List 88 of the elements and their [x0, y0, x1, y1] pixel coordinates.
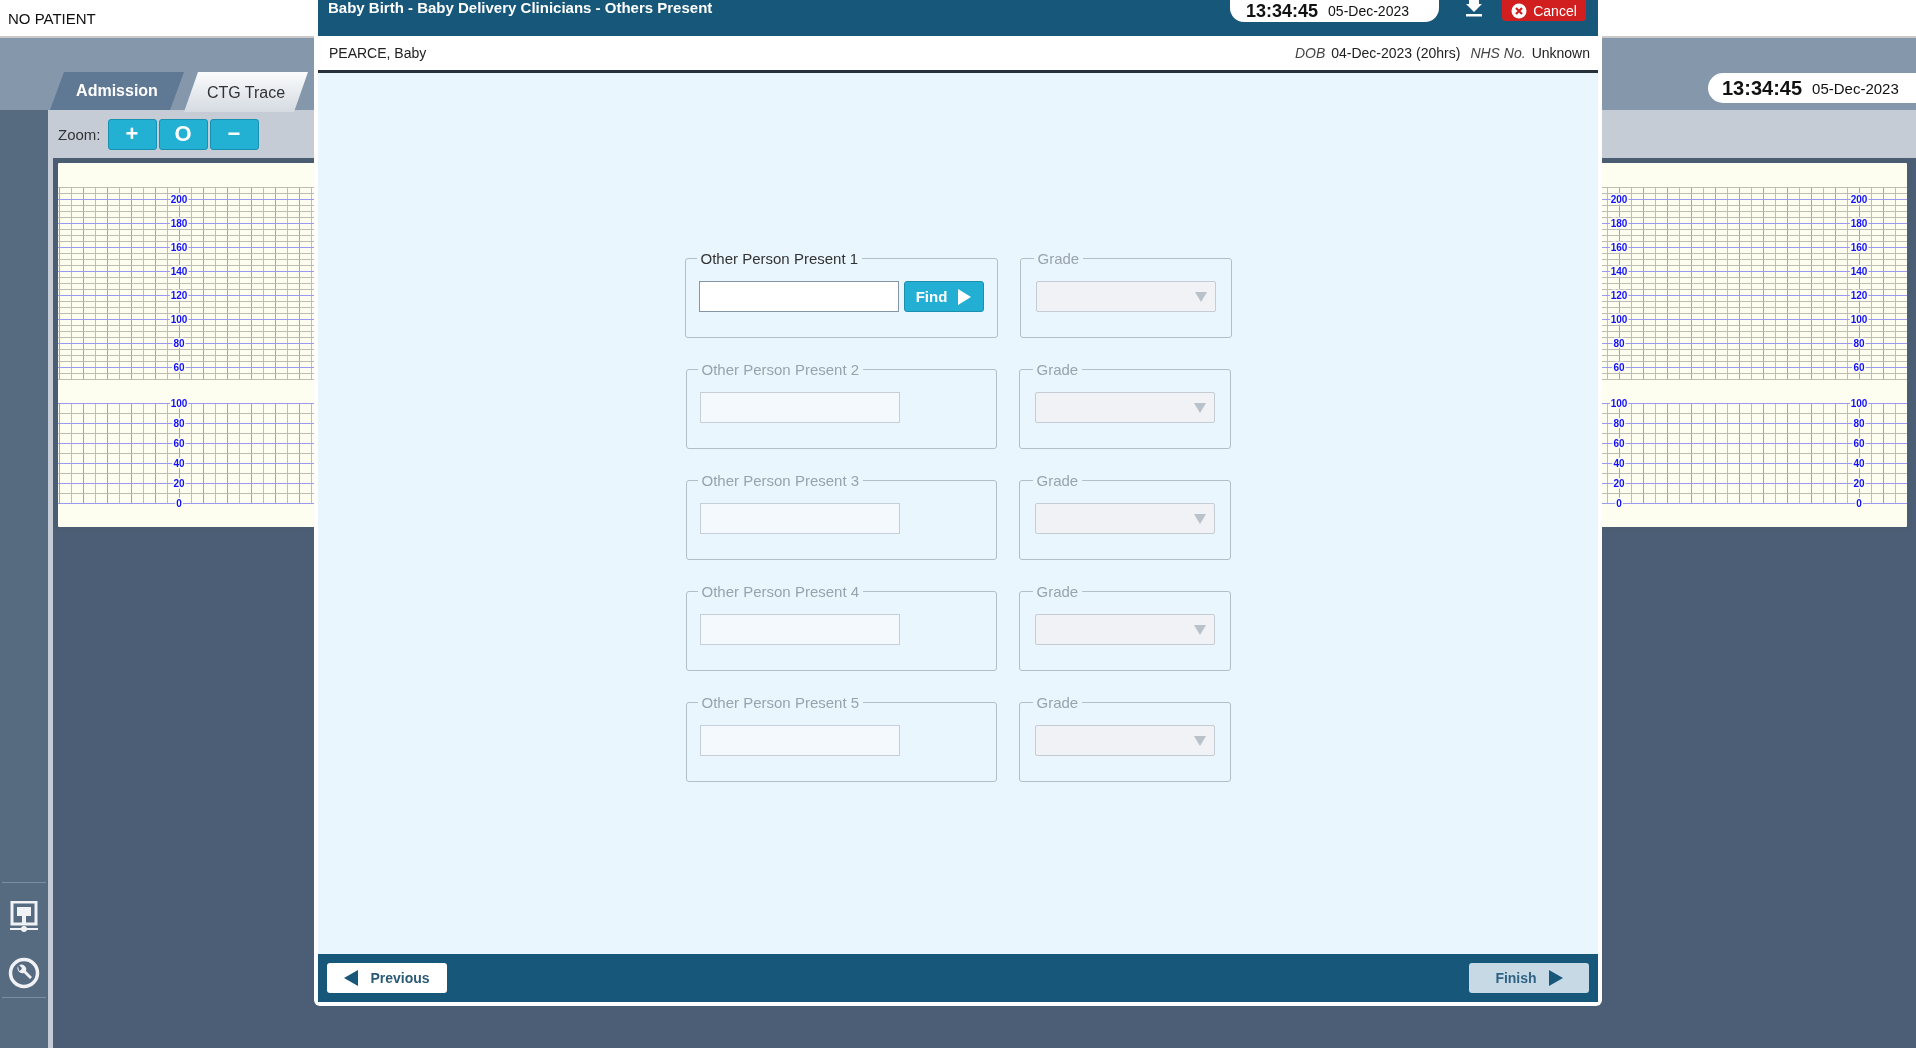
caret-icon [1193, 624, 1206, 635]
clock-date: 05-Dec-2023 [1812, 79, 1899, 97]
network-icon [10, 901, 38, 933]
axis-label: 20 [1853, 478, 1865, 489]
dob-label: DOB [1294, 45, 1326, 61]
axis-label: 80 [1613, 338, 1625, 349]
axis-label: 80 [173, 338, 185, 349]
clock-time: 13:34:45 [1246, 0, 1319, 22]
axis-label: 200 [1610, 194, 1628, 205]
clock-time: 13:34:45 [1722, 76, 1803, 100]
group-label: Grade [1035, 361, 1080, 378]
caret-icon [1194, 291, 1207, 302]
zoom-reset-button[interactable]: O [158, 118, 208, 150]
group-label: Grade [1035, 472, 1080, 489]
axis-label: 80 [173, 418, 185, 429]
clock-date: 05-Dec-2023 [1328, 3, 1409, 19]
back-icon [344, 970, 359, 986]
axis-label: 40 [173, 458, 185, 469]
find-button[interactable]: Find [903, 281, 984, 312]
tab[interactable]: CTG Trace [184, 72, 308, 112]
play-icon [957, 288, 972, 305]
zoom-out-button[interactable]: − [209, 118, 259, 150]
axis-label: 100 [170, 314, 188, 325]
download-button[interactable] [1466, 0, 1482, 17]
axis-label: 40 [1853, 458, 1865, 469]
axis-label: 60 [1853, 362, 1865, 373]
person-field[interactable] [698, 281, 899, 312]
patient-name: PEARCE, Baby [329, 45, 428, 61]
zoom-label: Zoom: [58, 125, 101, 143]
axis-label: 100 [1850, 398, 1868, 409]
axis-label: 140 [1850, 266, 1868, 277]
axis-label: 160 [170, 242, 188, 253]
axis-label: 100 [1610, 314, 1628, 325]
group-label: Other Person Present 4 [700, 583, 861, 600]
network-button[interactable] [10, 901, 38, 933]
axis-label: 100 [1610, 398, 1628, 409]
axis-label: 60 [1613, 438, 1625, 449]
zoom-in-button[interactable]: + [107, 118, 157, 150]
play-icon [1548, 970, 1563, 986]
caret-icon [1193, 513, 1206, 524]
nhs-value: Unknown [1531, 45, 1590, 61]
dialog-title: Baby Birth - Baby Delivery Clinicians - Others Present [328, 0, 714, 16]
axis-label: 180 [170, 218, 188, 229]
close-icon [1511, 2, 1528, 19]
caret-icon [1193, 735, 1206, 746]
axis-label: 120 [1610, 290, 1628, 301]
previous-button[interactable]: Previous [327, 963, 447, 993]
axis-label: 0 [176, 498, 182, 509]
axis-label: 100 [1850, 314, 1868, 325]
group-label: Other Person Present 5 [700, 694, 861, 711]
axis-label: 20 [1613, 478, 1625, 489]
group-label: Other Person Present 3 [700, 472, 861, 489]
axis-label: 140 [1610, 266, 1628, 277]
axis-label: 140 [170, 266, 188, 277]
axis-label: 60 [1613, 362, 1625, 373]
cancel-button[interactable]: Cancel [1502, 0, 1586, 21]
tools-button[interactable] [8, 957, 40, 989]
axis-label: 180 [1850, 218, 1868, 229]
axis-label: 80 [1613, 418, 1625, 429]
wrench-icon [8, 957, 40, 989]
axis-label: 100 [170, 398, 188, 409]
axis-label: 200 [1850, 194, 1868, 205]
nhs-label: NHS No. [1470, 45, 1526, 61]
download-icon [1466, 0, 1482, 17]
axis-label: 120 [1850, 290, 1868, 301]
axis-label: 20 [173, 478, 185, 489]
caret-icon [1193, 402, 1206, 413]
axis-label: 60 [173, 362, 185, 373]
axis-label: 160 [1610, 242, 1628, 253]
group-label: Grade [1036, 250, 1081, 267]
axis-label: 180 [1610, 218, 1628, 229]
axis-label: 160 [1850, 242, 1868, 253]
group-label: Grade [1035, 583, 1080, 600]
patient-status-text: NO PATIENT [8, 9, 96, 27]
axis-label: 60 [1853, 438, 1865, 449]
group-label: Other Person Present 2 [700, 361, 861, 378]
axis-label: 80 [1853, 418, 1865, 429]
group-label: Other Person Present 1 [699, 250, 860, 267]
axis-label: 80 [1853, 338, 1865, 349]
axis-label: 120 [170, 290, 188, 301]
dob-value: 04-Dec-2023 (20hrs) [1331, 45, 1461, 61]
axis-label: 60 [173, 438, 185, 449]
axis-label: 40 [1613, 458, 1625, 469]
tab[interactable]: Admission [50, 72, 184, 110]
axis-label: 0 [1616, 498, 1622, 509]
axis-label: 200 [170, 194, 188, 205]
axis-label: 0 [1856, 498, 1862, 509]
group-label: Grade [1035, 694, 1080, 711]
